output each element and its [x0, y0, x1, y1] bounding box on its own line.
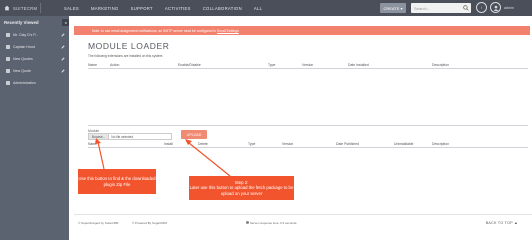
search-input[interactable]: Search... [411, 3, 471, 13]
server-response-text: Server response time: 0.3 seconds. [250, 220, 298, 225]
menu-item-collaboration[interactable]: COLLABORATION [197, 6, 248, 11]
menu-item-marketing[interactable]: MARKETING [85, 6, 125, 11]
pencil-icon[interactable] [61, 33, 65, 37]
notifications-icon[interactable]: ! [476, 2, 487, 13]
top-icons: ! admin [476, 2, 514, 13]
sidebar-item-recent-1[interactable]: Mr. Clay D's P... [0, 29, 69, 41]
back-to-top-link[interactable]: BACK TO TOP ▲ [486, 221, 518, 225]
pencil-icon[interactable] [61, 57, 65, 61]
record-icon [6, 45, 10, 49]
column-header-date-installed[interactable]: Date Installed [348, 63, 369, 67]
notice-bar: Note: to use email assignment notificati… [74, 26, 530, 35]
sidebar-collapse-icon[interactable]: ◂ [62, 19, 69, 26]
recently-viewed-heading: Recently Viewed [4, 20, 39, 25]
search-placeholder: Search... [414, 5, 431, 11]
sidebar-item-recent-5[interactable]: Administration [0, 77, 69, 89]
arrow-up-icon: ▲ [514, 220, 518, 225]
record-icon [6, 57, 10, 61]
file-input[interactable]: Browse... No file selected. [88, 133, 172, 140]
column-header-name[interactable]: Name [88, 63, 97, 67]
brand-label: SUITECRM [13, 5, 38, 11]
user-avatar-icon[interactable] [490, 2, 501, 13]
search-icon[interactable] [463, 5, 469, 11]
column-header-uninstallable[interactable]: Uninstallable [394, 142, 413, 146]
menu-item-all[interactable]: ALL [248, 6, 268, 11]
back-to-top-label: BACK TO TOP [485, 220, 513, 225]
record-icon [6, 81, 10, 85]
notice-text: Note: to use email assignment notificati… [92, 28, 217, 33]
email-settings-link[interactable]: Email Settings [217, 29, 239, 33]
menu-item-sales[interactable]: SALES [58, 6, 85, 11]
chevron-down-icon: ▾ [400, 5, 403, 11]
column-header-install[interactable]: Install [164, 142, 173, 146]
app-window: SUITECRM SALES MARKETING SUPPORT ACTIVIT… [0, 0, 532, 240]
column-header-version[interactable]: Version [282, 142, 293, 146]
pencil-icon[interactable] [61, 69, 65, 73]
column-header-version[interactable]: Version [302, 63, 313, 67]
page-title: MODULE LOADER [88, 41, 170, 51]
sidebar-item-label: New Quotes [13, 57, 33, 61]
footer: © Supercharged by SuiteCRM © Powered By … [74, 214, 532, 230]
callout-step1-text: Use this button to find & the downloaded… [78, 175, 156, 187]
powered-by-link[interactable]: © Powered By SugarCRM [132, 221, 167, 225]
clock-icon [246, 221, 249, 225]
callout-step2: Step 2: Later use this button to upload … [189, 176, 294, 200]
brand-divider [40, 3, 42, 13]
create-label: CREATE [383, 5, 400, 11]
column-header-enable-disable[interactable]: Enable/Disable [178, 63, 201, 67]
sidebar-item-label: Captain Hood [13, 45, 35, 49]
column-header-action[interactable]: Action [110, 63, 119, 67]
installed-description: The following extensions are installed o… [88, 54, 164, 58]
sidebar-item-recent-4[interactable]: New Quote [0, 65, 69, 77]
sidebar-item-label: Mr. Clay D's P... [13, 33, 39, 37]
column-header-description[interactable]: Description [432, 63, 449, 67]
user-menu[interactable]: admin [504, 6, 514, 10]
supercharged-link[interactable]: © Supercharged by SuiteCRM [78, 221, 118, 225]
home-icon [4, 5, 10, 11]
callout-step1: Use this button to find & the downloaded… [78, 169, 156, 194]
record-icon [6, 33, 10, 37]
record-icon [6, 69, 10, 73]
menu-item-activities[interactable]: ACTIVITIES [159, 6, 197, 11]
column-header-type[interactable]: Type [248, 142, 255, 146]
uploaded-table-header: Name Install Delete Type Version Date Pu… [88, 141, 528, 148]
sidebar-item-label: Administration [13, 81, 36, 85]
create-button[interactable]: CREATE ▾ [380, 3, 406, 13]
installed-table-header: Name Action Enable/Disable Type Version … [88, 62, 528, 69]
installed-table-body [88, 70, 528, 126]
column-header-type[interactable]: Type [268, 63, 275, 67]
sidebar-item-recent-3[interactable]: New Quotes [0, 53, 69, 65]
main-menu: SALES MARKETING SUPPORT ACTIVITIES COLLA… [58, 6, 268, 11]
brand-home[interactable]: SUITECRM [0, 0, 58, 16]
callout-step2-text: Later use this button to upload the fetc… [189, 185, 294, 196]
top-navbar: SUITECRM SALES MARKETING SUPPORT ACTIVIT… [0, 0, 532, 16]
sidebar-item-label: New Quote [13, 69, 31, 73]
column-header-delete[interactable]: Delete [198, 142, 208, 146]
sidebar: Recently Viewed ◂ Mr. Clay D's P... Capt… [0, 16, 69, 240]
column-header-date-published[interactable]: Date Published [336, 142, 359, 146]
column-header-description[interactable]: Description [432, 142, 449, 146]
pencil-icon[interactable] [61, 45, 65, 49]
server-response: Server response time: 0.3 seconds. [246, 221, 297, 225]
upload-button[interactable]: UPLOAD [181, 130, 207, 139]
no-file-text: No file selected. [111, 134, 134, 139]
sidebar-item-recent-2[interactable]: Captain Hood [0, 41, 69, 53]
column-header-name[interactable]: Name [88, 142, 97, 146]
user-icon [493, 5, 498, 11]
menu-item-support[interactable]: SUPPORT [125, 6, 159, 11]
browse-button[interactable]: Browse... [89, 134, 110, 139]
